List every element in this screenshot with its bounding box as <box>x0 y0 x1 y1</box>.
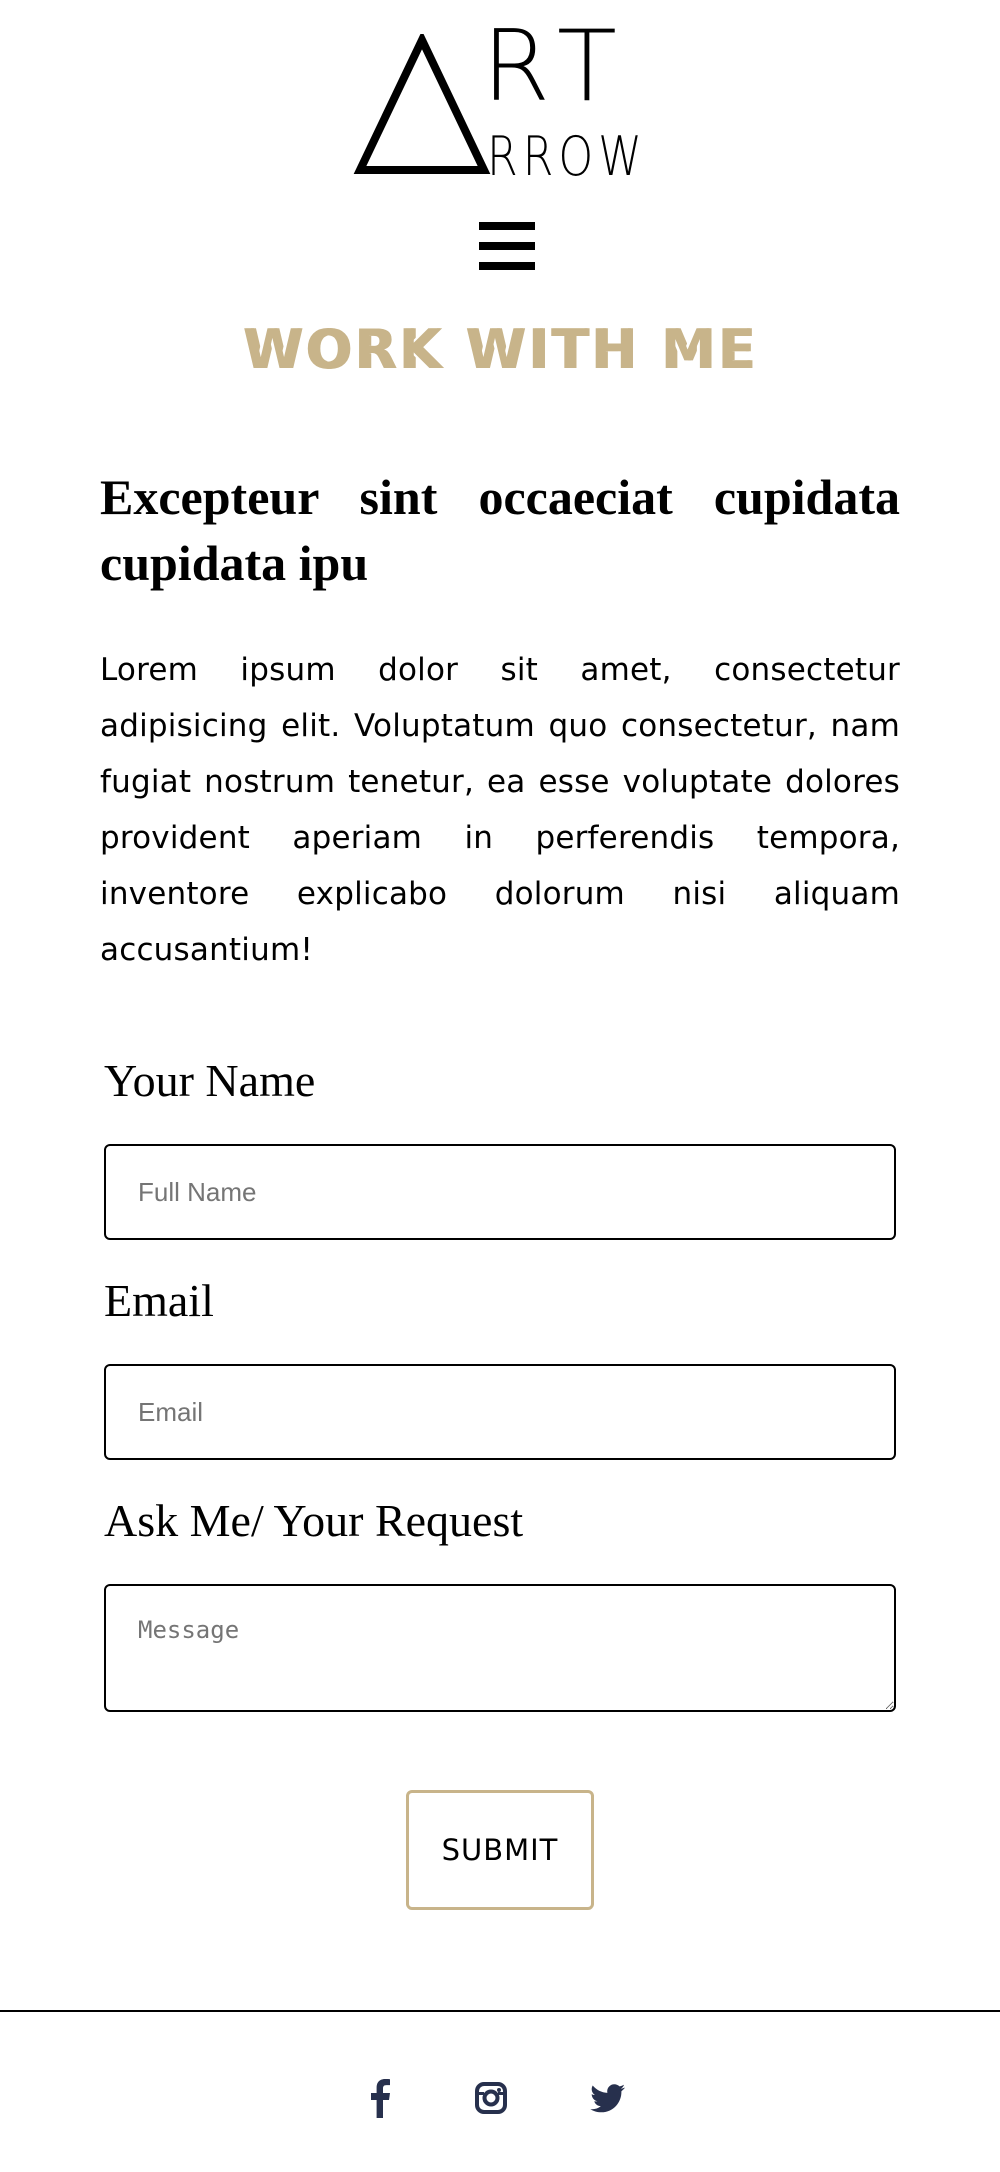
name-label: Your Name <box>104 1055 316 1106</box>
page: RT RROW WORK WITH ME Excepteur sint occa… <box>0 0 1000 2172</box>
email-input[interactable] <box>104 1364 896 1460</box>
intro-paragraph: Lorem ipsum dolor sit amet, consectetur … <box>100 652 900 968</box>
triangle-logo-icon <box>353 34 491 174</box>
submit-button[interactable]: SUBMIT <box>406 1790 594 1910</box>
section-headline: Excepteur sint occaeciat cupidata cupida… <box>100 469 900 591</box>
facebook-icon[interactable] <box>368 2078 392 2118</box>
request-label: Ask Me/ Your Request <box>104 1495 524 1546</box>
twitter-icon[interactable] <box>590 2078 626 2118</box>
hamburger-menu-icon[interactable] <box>479 222 535 272</box>
full-name-input[interactable] <box>104 1144 896 1240</box>
site-logo[interactable]: RT RROW <box>352 18 652 188</box>
menu-bar <box>479 242 535 250</box>
logo-text-sub: RROW <box>487 125 647 188</box>
logo-text-main: RT <box>482 10 631 124</box>
instagram-icon[interactable] <box>474 2078 508 2118</box>
menu-bar <box>479 222 535 230</box>
footer-divider <box>0 2010 1000 2012</box>
page-title: WORK WITH ME <box>242 318 758 381</box>
menu-bar <box>479 262 535 270</box>
message-textarea[interactable] <box>104 1584 896 1712</box>
email-label: Email <box>104 1275 214 1326</box>
